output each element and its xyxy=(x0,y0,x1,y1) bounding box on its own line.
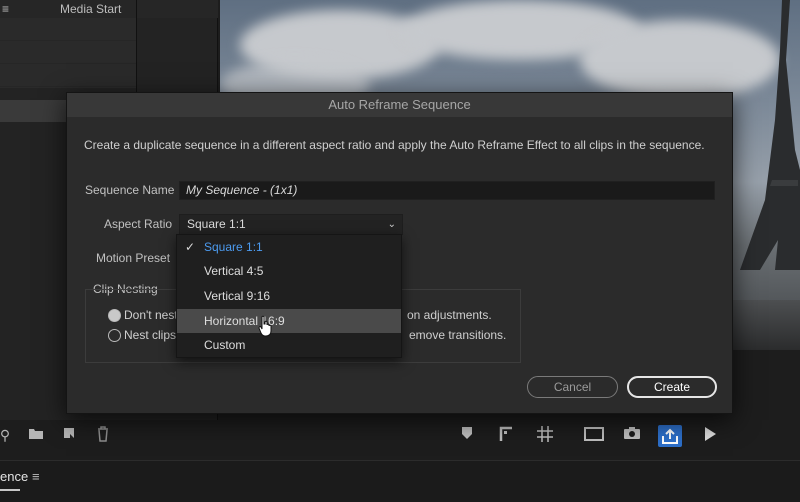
camera-icon[interactable] xyxy=(622,426,642,446)
marker-icon[interactable] xyxy=(457,426,477,446)
split-icon[interactable] xyxy=(535,426,555,446)
trash-icon[interactable] xyxy=(94,426,112,444)
panel-menu-icon[interactable]: ≡ xyxy=(32,469,40,484)
dialog-title: Auto Reframe Sequence xyxy=(67,93,732,117)
column-header-blank[interactable]: ≡ xyxy=(2,2,9,16)
checkmark-icon: ✓ xyxy=(185,240,196,254)
timeline-tab-bar: ence ≡ xyxy=(0,460,800,502)
dont-nest-description-tail: on adjustments. xyxy=(407,308,492,322)
create-button[interactable]: Create xyxy=(627,376,717,398)
sequence-tab[interactable]: ence xyxy=(0,469,28,484)
export-frame-icon[interactable] xyxy=(658,425,682,447)
aspect-ratio-select[interactable]: Square 1:1 ⌄ xyxy=(179,214,403,235)
mouse-pointer-icon xyxy=(258,315,272,337)
project-column-headers: ≡ Media Start xyxy=(0,0,218,18)
option-square-1-1[interactable]: ✓ Square 1:1 xyxy=(177,235,401,259)
radio-nest-clips-label: Nest clips xyxy=(124,328,177,342)
option-label: Custom xyxy=(204,338,246,352)
radio-dont-nest-label: Don't nest xyxy=(124,308,178,322)
aspect-ratio-label: Aspect Ratio xyxy=(104,217,173,231)
sequence-name-input[interactable]: My Sequence - (1x1) xyxy=(179,181,715,200)
folder-icon[interactable] xyxy=(27,426,45,444)
project-panel-toolbar: ⚲ xyxy=(0,424,218,450)
option-vertical-4-5[interactable]: Vertical 4:5 xyxy=(177,259,401,283)
active-tab-underline xyxy=(0,489,20,491)
chevron-down-icon: ⌄ xyxy=(387,219,396,230)
radio-dont-nest[interactable] xyxy=(108,309,121,322)
option-vertical-9-16[interactable]: Vertical 9:16 xyxy=(177,284,401,308)
motion-preset-label: Motion Preset xyxy=(96,251,171,265)
search-icon[interactable]: ⚲ xyxy=(0,426,14,444)
option-custom[interactable]: Custom xyxy=(177,333,401,357)
program-monitor-controls xyxy=(220,420,800,452)
aspect-ratio-value: Square 1:1 xyxy=(187,217,246,231)
dialog-description: Create a duplicate sequence in a differe… xyxy=(84,138,705,152)
option-label: Vertical 9:16 xyxy=(204,289,271,303)
option-horizontal-16-9[interactable]: Horizontal 16:9 xyxy=(177,309,401,333)
column-header-media-start[interactable]: Media Start xyxy=(60,2,121,16)
cancel-button[interactable]: Cancel xyxy=(527,376,618,398)
play-icon[interactable] xyxy=(700,426,720,446)
nest-clips-description-tail: emove transitions. xyxy=(409,328,507,342)
sequence-name-label: Sequence Name xyxy=(85,183,175,197)
safe-margins-icon[interactable] xyxy=(584,426,604,446)
radio-nest-clips[interactable] xyxy=(108,329,121,342)
option-label: Horizontal 16:9 xyxy=(204,314,285,328)
project-list-rows[interactable] xyxy=(0,18,136,88)
new-item-icon[interactable] xyxy=(60,426,78,444)
mark-in-icon[interactable] xyxy=(496,426,516,446)
option-label: Vertical 4:5 xyxy=(204,264,264,278)
aspect-ratio-dropdown-menu: ✓ Square 1:1 Vertical 4:5 Vertical 9:16 … xyxy=(176,234,402,358)
option-label: Square 1:1 xyxy=(204,240,263,254)
